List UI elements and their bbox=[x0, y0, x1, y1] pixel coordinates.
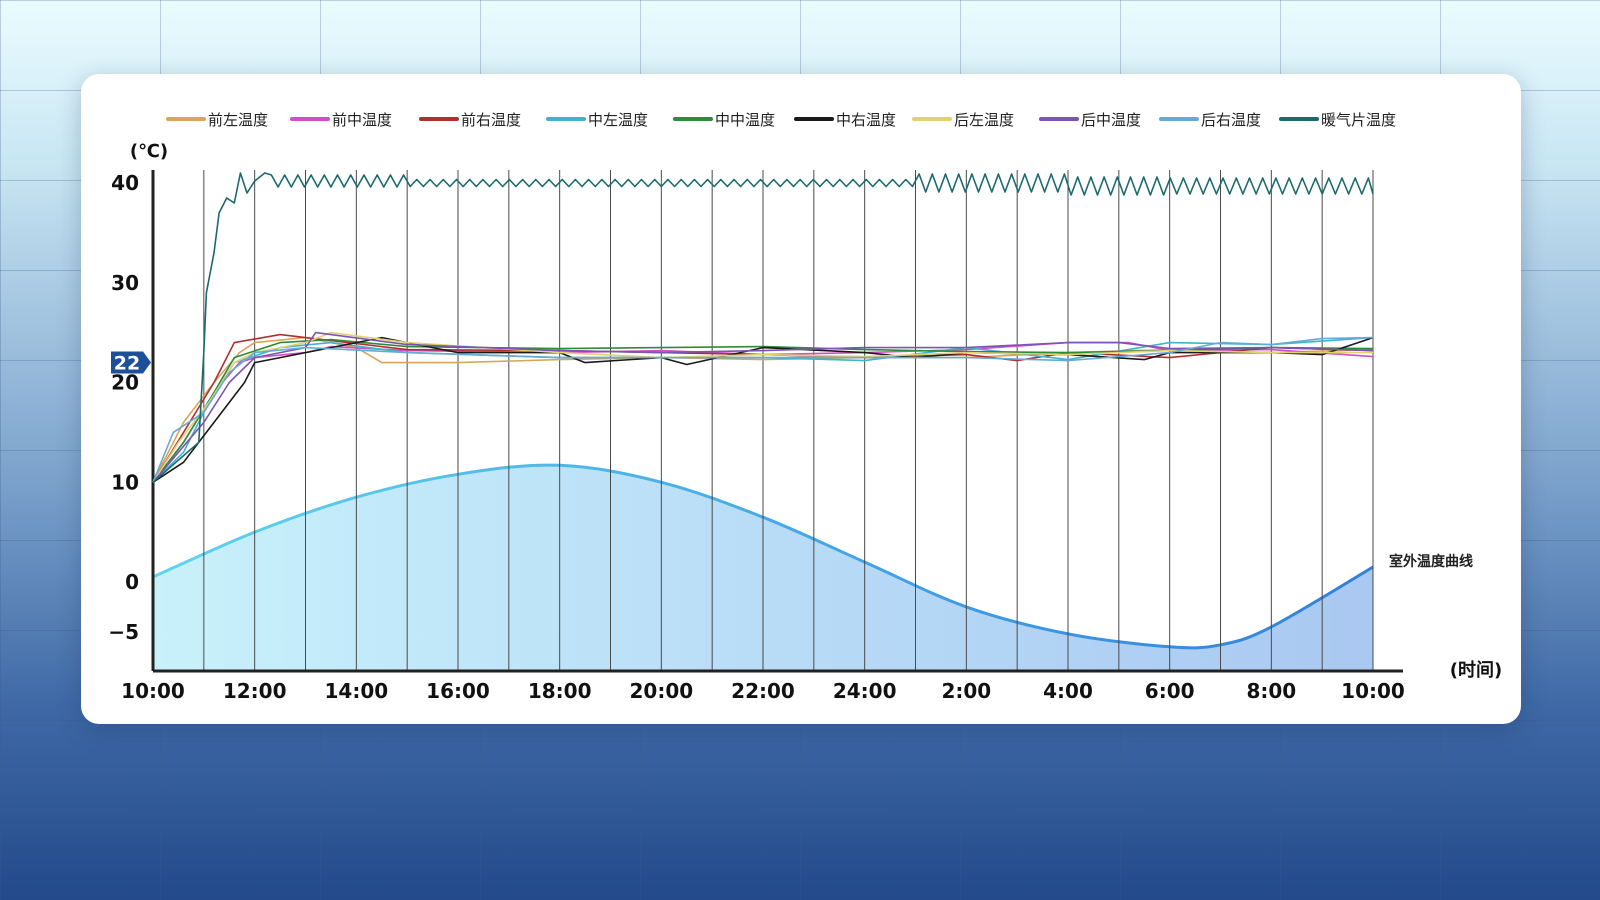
x-tick-label: 12:00 bbox=[223, 679, 287, 703]
legend-label: 暖气片温度 bbox=[1321, 111, 1396, 129]
temperature-chart: 前左温度 前中温度 前右温度 中左温度 中中温度 中右温度 后左温度 后中温度 后右温度 暖气片温… bbox=[108, 111, 1502, 703]
legend-label: 中中温度 bbox=[715, 111, 775, 129]
legend-label: 中右温度 bbox=[836, 111, 896, 129]
y-tick-label: 40 bbox=[111, 171, 139, 195]
x-tick-label: 18:00 bbox=[528, 679, 592, 703]
x-tick-label: 14:00 bbox=[324, 679, 388, 703]
x-tick-label: 16:00 bbox=[426, 679, 490, 703]
x-tick-label: 4:00 bbox=[1043, 679, 1093, 703]
x-tick-label: 20:00 bbox=[629, 679, 693, 703]
legend-label: 后左温度 bbox=[954, 111, 1014, 129]
y-unit-label: (℃) bbox=[130, 141, 168, 162]
x-tick-label: 10:00 bbox=[1341, 679, 1405, 703]
x-tick-label: 6:00 bbox=[1145, 679, 1195, 703]
x-tick-label: 24:00 bbox=[833, 679, 897, 703]
highlight-value: 22 bbox=[114, 353, 140, 375]
y-tick-label: 10 bbox=[111, 470, 139, 494]
x-unit-label: (时间) bbox=[1450, 660, 1502, 681]
chart-card: 前左温度 前中温度 前右温度 中左温度 中中温度 中右温度 后左温度 后中温度 后右温度 暖气片温… bbox=[81, 74, 1521, 724]
x-tick-label: 10:00 bbox=[121, 679, 185, 703]
legend-label: 前左温度 bbox=[208, 111, 268, 129]
y-tick-label: −5 bbox=[108, 620, 139, 644]
x-tick-label: 2:00 bbox=[941, 679, 991, 703]
legend-label: 前右温度 bbox=[461, 111, 521, 129]
x-tick-label: 22:00 bbox=[731, 679, 795, 703]
outdoor-curve-label: 室外温度曲线 bbox=[1389, 553, 1473, 570]
legend-label: 中左温度 bbox=[588, 111, 648, 129]
y-tick-label: 30 bbox=[111, 271, 139, 295]
legend-label: 后右温度 bbox=[1201, 111, 1261, 129]
legend-label: 前中温度 bbox=[332, 111, 392, 129]
y-tick-label: 0 bbox=[125, 570, 139, 594]
x-tick-label: 8:00 bbox=[1246, 679, 1296, 703]
legend-label: 后中温度 bbox=[1081, 111, 1141, 129]
